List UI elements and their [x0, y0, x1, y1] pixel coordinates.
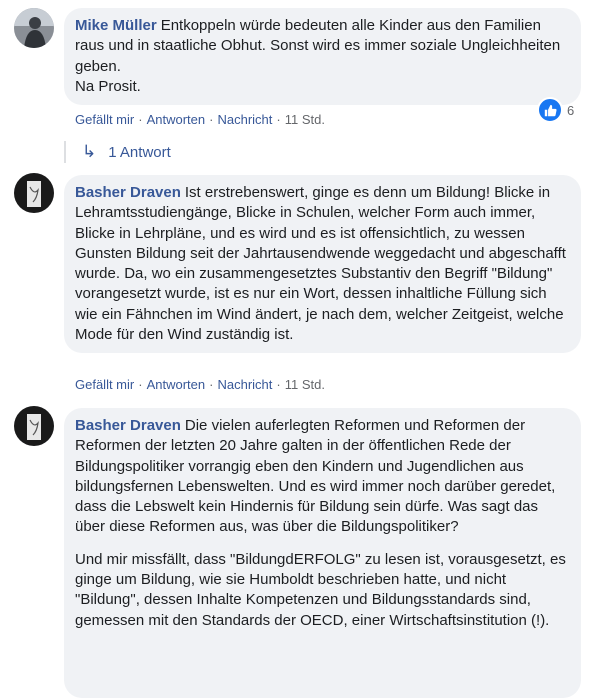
comment-bubble: Mike Müller Entkoppeln würde bedeuten all… [64, 8, 581, 106]
thread-line [64, 141, 66, 163]
comment-actions: Gefällt mir · Antworten · Nachricht · 11 Std. [75, 377, 325, 392]
timestamp[interactable]: 11 Std. [285, 112, 325, 127]
reaction-count: 6 [567, 102, 575, 118]
timestamp[interactable]: 11 Std. [285, 377, 325, 392]
comment-text: Mike Müller Entkoppeln würde bedeuten all… [75, 17, 561, 75]
comment-text-paragraph: Und mir missfällt, dass "BildungdERFOLG"… [75, 550, 566, 629]
reply-button[interactable]: Antworten [147, 112, 206, 127]
avatar[interactable] [14, 406, 54, 446]
author-name[interactable]: Mike Müller [75, 17, 157, 34]
avatar[interactable] [14, 8, 54, 48]
comment-actions: Gefällt mir · Antworten · Nachricht · 11 Std. [75, 112, 325, 127]
like-button[interactable]: Gefällt mir [75, 377, 134, 392]
author-name[interactable]: Basher Draven [75, 184, 181, 201]
replies-count: 1 Antwort [108, 143, 171, 161]
reply-button[interactable]: Antworten [147, 377, 206, 392]
avatar[interactable] [14, 173, 54, 213]
author-name[interactable]: Basher Draven [75, 417, 181, 434]
message-button[interactable]: Nachricht [217, 112, 272, 127]
comment-text-line: Na Prosit. [75, 77, 141, 95]
reply-arrow-icon: ↳ [82, 142, 97, 161]
view-replies-link[interactable]: ↳ 1 Antwort [64, 141, 171, 163]
comment-text: Basher Draven Die vielen auferlegten Refo… [75, 417, 556, 536]
thumbs-up-icon [537, 97, 563, 123]
like-button[interactable]: Gefällt mir [75, 112, 134, 127]
comment-text: Basher Draven Ist erstrebenswert, ginge e… [75, 184, 566, 344]
comment-bubble: Basher Draven Ist erstrebenswert, ginge e… [64, 175, 581, 354]
comment-bubble: Basher Draven Die vielen auferlegten Refo… [64, 408, 581, 698]
message-button[interactable]: Nachricht [217, 377, 272, 392]
reaction-summary[interactable]: 6 [537, 97, 574, 123]
